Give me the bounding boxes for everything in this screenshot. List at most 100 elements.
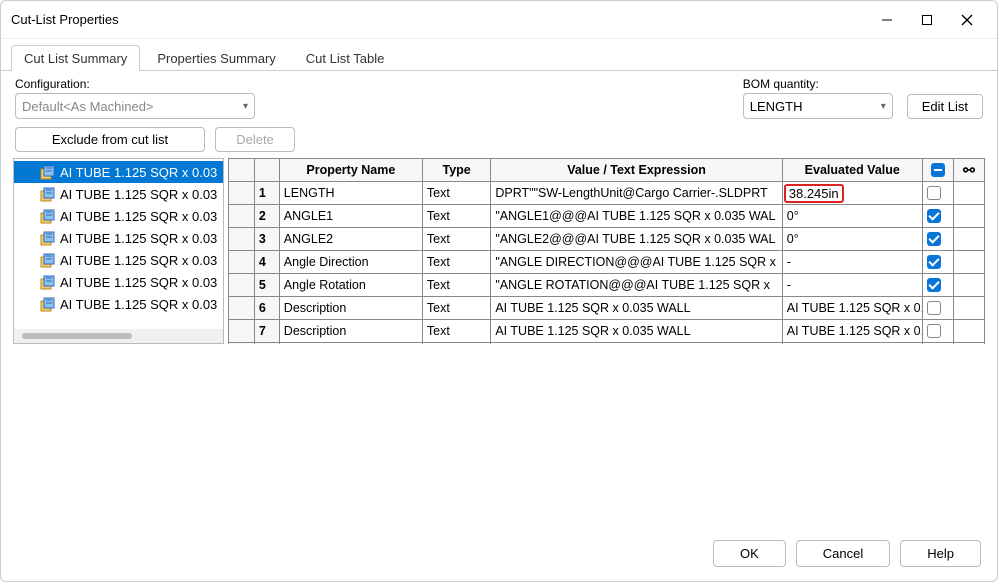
cell-type[interactable]: Text [422,182,490,205]
row-number[interactable]: 6 [254,297,279,320]
row-drag-handle[interactable] [229,182,255,205]
cell-value[interactable]: AI TUBE 1.125 SQR x 0.035 WALL [491,320,782,343]
cell-property-name[interactable]: Angle Rotation [279,274,422,297]
cell-link[interactable] [953,182,984,205]
cell-checkbox[interactable] [922,182,953,205]
cell-value[interactable]: AI TUBE 1.125 SQR x 0.035 WALL [491,297,782,320]
cell-property-name[interactable]: Description [279,320,422,343]
cell-property-name[interactable]: Angle Direction [279,251,422,274]
edit-list-button[interactable]: Edit List [907,94,983,119]
row-number[interactable]: 2 [254,205,279,228]
tab-cut-list-summary[interactable]: Cut List Summary [11,45,140,71]
cell-evaluated[interactable]: - [782,274,922,297]
cell-value[interactable]: DPRT""SW-LengthUnit@Cargo Carrier-.SLDPR… [491,182,782,205]
cell-checkbox[interactable] [922,320,953,343]
row-number[interactable]: 4 [254,251,279,274]
tree-item[interactable]: AI TUBE 1.125 SQR x 0.03 [14,227,223,249]
tree-item-label: AI TUBE 1.125 SQR x 0.03 [60,253,217,268]
exclude-button[interactable]: Exclude from cut list [15,127,205,152]
cell-property-name[interactable]: ANGLE2 [279,228,422,251]
tree-item[interactable]: AI TUBE 1.125 SQR x 0.03 [14,183,223,205]
scrollbar-thumb[interactable] [22,333,132,339]
table-row: 5Angle RotationText"ANGLE ROTATION@@@AI … [229,274,985,297]
header-evaluated[interactable]: Evaluated Value [782,159,922,182]
cell-link[interactable] [953,251,984,274]
properties-table: Property Name Type Value / Text Expressi… [228,158,985,344]
row-drag-handle[interactable] [229,205,255,228]
weldment-icon [40,164,56,180]
tab-properties-summary[interactable]: Properties Summary [144,45,288,71]
cell-property-name[interactable]: Description [279,297,422,320]
header-link[interactable]: ⚯ [953,159,984,182]
cell-type[interactable]: Text [422,297,490,320]
cell-checkbox[interactable] [922,297,953,320]
cell-property-name[interactable]: LENGTH [279,182,422,205]
cell-evaluated[interactable]: AI TUBE 1.125 SQR x 0. [782,320,922,343]
close-icon [961,14,973,26]
tree-item[interactable]: AI TUBE 1.125 SQR x 0.03 [14,161,223,183]
header-type[interactable]: Type [422,159,490,182]
cell-link[interactable] [953,274,984,297]
cell-type[interactable]: Text [422,320,490,343]
cell-checkbox[interactable] [922,205,953,228]
configuration-value: Default<As Machined> [22,99,154,114]
delete-button[interactable]: Delete [215,127,295,152]
action-row: Exclude from cut list Delete [1,123,997,154]
cell-type[interactable]: Text [422,228,490,251]
cell-evaluated[interactable]: 0° [782,205,922,228]
header-property-name[interactable]: Property Name [279,159,422,182]
row-drag-handle[interactable] [229,297,255,320]
cancel-button[interactable]: Cancel [796,540,890,567]
row-number[interactable]: 5 [254,274,279,297]
maximize-button[interactable] [907,5,947,35]
row-drag-handle[interactable] [229,274,255,297]
tab-cut-list-table[interactable]: Cut List Table [293,45,398,71]
row-number[interactable]: 7 [254,320,279,343]
bom-quantity-select[interactable]: LENGTH ▾ [743,93,893,119]
tree-item-label: AI TUBE 1.125 SQR x 0.03 [60,297,217,312]
cell-evaluated[interactable]: AI TUBE 1.125 SQR x 0. [782,297,922,320]
cell-property-name[interactable]: ANGLE1 [279,205,422,228]
close-button[interactable] [947,5,987,35]
cell-link[interactable] [953,320,984,343]
configuration-select[interactable]: Default<As Machined> ▾ [15,93,255,119]
row-drag-handle[interactable] [229,320,255,343]
tree-item[interactable]: AI TUBE 1.125 SQR x 0.03 [14,271,223,293]
weldment-icon [40,186,56,202]
header-value[interactable]: Value / Text Expression [491,159,782,182]
cell-value[interactable]: "ANGLE ROTATION@@@AI TUBE 1.125 SQR x [491,274,782,297]
cell-value[interactable]: "ANGLE DIRECTION@@@AI TUBE 1.125 SQR x [491,251,782,274]
cell-type[interactable]: Text [422,274,490,297]
cell-type[interactable]: Text [422,205,490,228]
ok-button[interactable]: OK [713,540,786,567]
cell-checkbox[interactable] [922,228,953,251]
dialog-footer: OK Cancel Help [1,530,997,581]
cell-link[interactable] [953,205,984,228]
row-number[interactable]: 3 [254,228,279,251]
rownum-header[interactable] [254,159,279,182]
tree-item[interactable]: AI TUBE 1.125 SQR x 0.03 [14,293,223,315]
weldment-icon [40,230,56,246]
cell-value[interactable]: "ANGLE2@@@AI TUBE 1.125 SQR x 0.035 WAL [491,228,782,251]
cell-value[interactable]: "ANGLE1@@@AI TUBE 1.125 SQR x 0.035 WAL [491,205,782,228]
row-number[interactable]: 1 [254,182,279,205]
row-drag-handle[interactable] [229,251,255,274]
cell-type[interactable]: Text [422,251,490,274]
tree-scrollbar[interactable] [14,329,223,343]
cell-evaluated[interactable]: 0° [782,228,922,251]
bom-quantity-value: LENGTH [750,99,803,114]
cell-link[interactable] [953,297,984,320]
cell-checkbox[interactable] [922,274,953,297]
minimize-button[interactable] [867,5,907,35]
chevron-down-icon: ▾ [243,101,248,112]
header-checkbox[interactable] [922,159,953,182]
row-drag-handle[interactable] [229,228,255,251]
cell-link[interactable] [953,228,984,251]
cell-checkbox[interactable] [922,251,953,274]
tree-item[interactable]: AI TUBE 1.125 SQR x 0.03 [14,249,223,271]
cell-evaluated[interactable]: 38.245in [782,182,922,205]
corner-cell[interactable] [229,159,255,182]
tree-item[interactable]: AI TUBE 1.125 SQR x 0.03 [14,205,223,227]
help-button[interactable]: Help [900,540,981,567]
cell-evaluated[interactable]: - [782,251,922,274]
